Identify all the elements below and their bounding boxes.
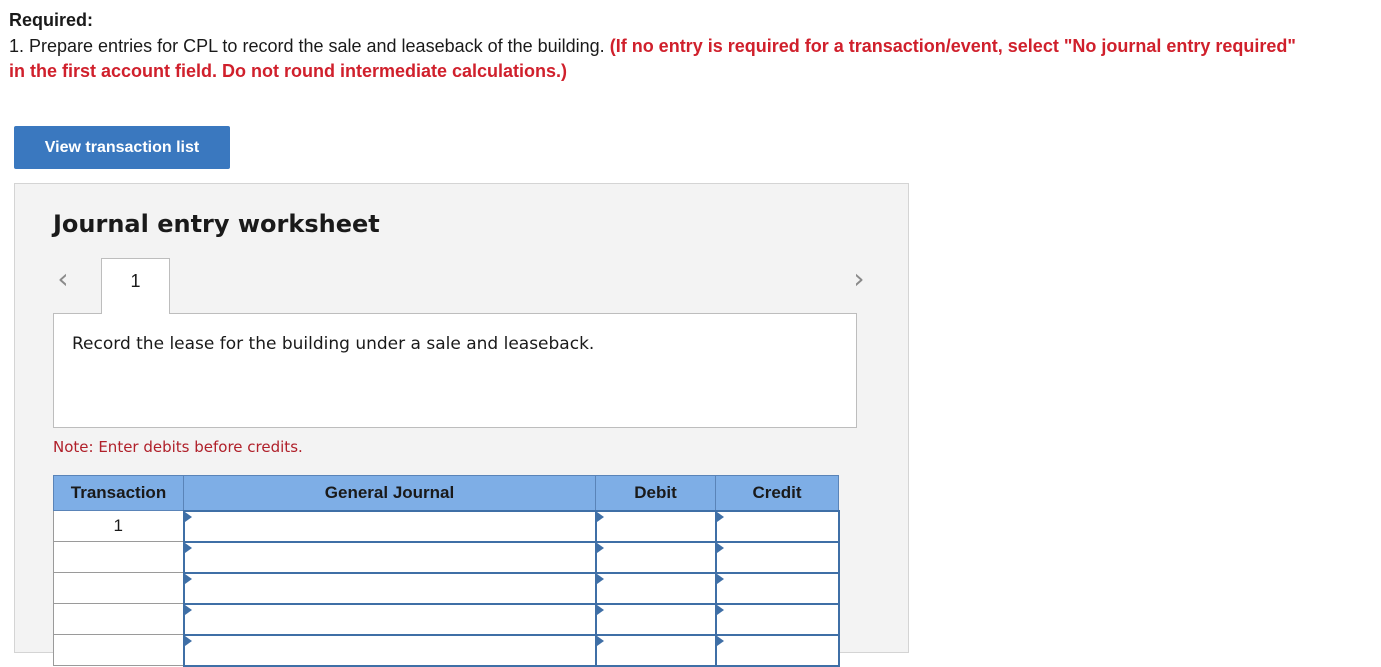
debit-cell[interactable] <box>594 540 717 574</box>
debit-cell[interactable] <box>594 571 717 605</box>
transaction-cell <box>53 541 184 573</box>
transaction-cell <box>53 634 184 666</box>
account-input[interactable] <box>184 511 595 541</box>
credit-cell[interactable] <box>714 571 840 605</box>
debit-cell[interactable] <box>594 509 717 543</box>
debit-input[interactable] <box>596 542 715 572</box>
view-transaction-list-button[interactable]: View transaction list <box>14 126 230 169</box>
general-journal-cell[interactable] <box>182 540 597 574</box>
table-row <box>53 602 840 636</box>
credit-input[interactable] <box>716 573 838 603</box>
general-journal-cell[interactable] <box>182 571 597 605</box>
column-header-debit: Debit <box>595 475 716 511</box>
table-header-row: Transaction General Journal Debit Credit <box>53 475 839 511</box>
debit-cell[interactable] <box>594 633 717 667</box>
transaction-cell: 1 <box>53 510 184 542</box>
tab-1[interactable]: 1 <box>101 258 170 314</box>
account-input[interactable] <box>184 604 595 634</box>
debit-input[interactable] <box>596 604 715 634</box>
general-journal-cell[interactable] <box>182 633 597 667</box>
transaction-description: Record the lease for the building under … <box>72 334 595 354</box>
column-header-credit: Credit <box>715 475 839 511</box>
account-input[interactable] <box>184 542 595 572</box>
transaction-cell <box>53 572 184 604</box>
instruction-main: 1. Prepare entries for CPL to record the… <box>9 36 610 56</box>
debit-credit-note: Note: Enter debits before credits. <box>53 438 303 456</box>
table-row <box>53 540 840 574</box>
journal-table: Transaction General Journal Debit Credit… <box>53 475 840 667</box>
credit-cell[interactable] <box>714 540 840 574</box>
credit-input[interactable] <box>716 511 838 541</box>
table-row <box>53 633 840 667</box>
debit-input[interactable] <box>596 573 715 603</box>
credit-input[interactable] <box>716 635 838 665</box>
column-header-transaction: Transaction <box>53 475 184 511</box>
chevron-right-icon[interactable]: › <box>847 264 871 294</box>
worksheet-title: Journal entry worksheet <box>53 210 380 238</box>
credit-input[interactable] <box>716 542 838 572</box>
credit-cell[interactable] <box>714 633 840 667</box>
credit-input[interactable] <box>716 604 838 634</box>
instructions: 1. Prepare entries for CPL to record the… <box>9 34 1309 84</box>
column-header-general-journal: General Journal <box>183 475 596 511</box>
general-journal-cell[interactable] <box>182 509 597 543</box>
table-row: 1 <box>53 509 840 543</box>
credit-cell[interactable] <box>714 509 840 543</box>
chevron-left-icon[interactable]: ‹ <box>51 264 75 294</box>
debit-input[interactable] <box>596 635 715 665</box>
journal-entry-worksheet: Journal entry worksheet ‹ › 1 Record the… <box>14 183 909 667</box>
account-input[interactable] <box>184 573 595 603</box>
debit-cell[interactable] <box>594 602 717 636</box>
transaction-cell <box>53 603 184 635</box>
credit-cell[interactable] <box>714 602 840 636</box>
transaction-description-box: Record the lease for the building under … <box>53 313 857 428</box>
table-row <box>53 571 840 605</box>
general-journal-cell[interactable] <box>182 602 597 636</box>
required-heading: Required: <box>9 10 94 30</box>
account-input[interactable] <box>184 635 595 665</box>
debit-input[interactable] <box>596 511 715 541</box>
